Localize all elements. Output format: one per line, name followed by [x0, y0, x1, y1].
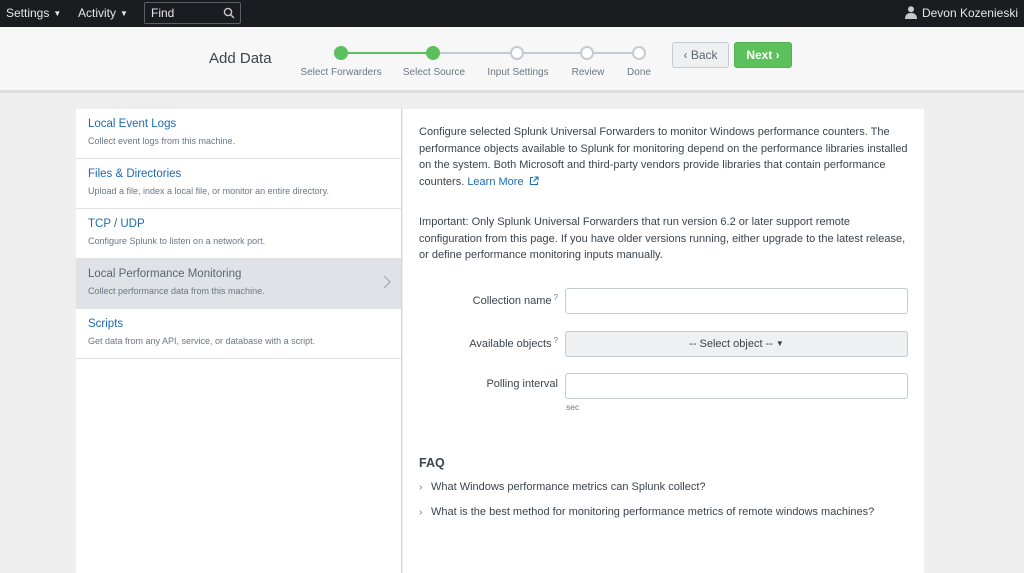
user-name: Devon Kozenieski: [921, 6, 1018, 20]
source-item-local-performance-monitoring[interactable]: Local Performance Monitoring Collect per…: [76, 259, 401, 309]
polling-interval-unit: sec: [566, 402, 580, 412]
faq-question: What is the best method for monitoring p…: [431, 506, 875, 518]
step-label-select-source: Select Source: [402, 67, 466, 78]
source-item-title: Scripts: [88, 318, 124, 330]
step-dot-done: [632, 46, 646, 60]
source-item-title: TCP / UDP: [88, 218, 145, 230]
search-icon[interactable]: [223, 7, 235, 19]
step-dot-review: [580, 46, 594, 60]
search-input[interactable]: [151, 5, 219, 21]
external-link-icon: [529, 175, 539, 185]
step-dot-input-settings: [510, 46, 524, 60]
source-item-description: Configure Splunk to listen on a network …: [88, 236, 266, 246]
step-label-review: Review: [571, 67, 605, 78]
source-item-title: Files & Directories: [88, 168, 182, 180]
page-title: Add Data: [209, 50, 272, 67]
help-icon[interactable]: ?: [554, 293, 558, 302]
back-button[interactable]: ‹ Back: [672, 42, 729, 68]
important-note: Important: Only Splunk Universal Forward…: [419, 216, 906, 261]
faq-item[interactable]: › What is the best method for monitoring …: [419, 506, 874, 518]
user-icon: [904, 6, 917, 19]
faq-item[interactable]: › What Windows performance metrics can Sp…: [419, 481, 706, 493]
source-item-local-event-logs[interactable]: Local Event Logs Collect event logs from…: [76, 109, 401, 159]
step-label-done: Done: [627, 67, 651, 78]
faq-title: FAQ: [419, 456, 445, 470]
available-objects-label-text: Available objects: [469, 338, 552, 350]
intro-paragraph: Configure selected Splunk Universal Forw…: [419, 124, 911, 190]
source-item-scripts[interactable]: Scripts Get data from any API, service, …: [76, 309, 401, 359]
wizard-header: Add Data Select Forwarders Select Source…: [0, 27, 1024, 93]
search-box: [144, 2, 241, 24]
available-objects-select[interactable]: -- Select object -- ▼: [565, 331, 908, 357]
settings-menu[interactable]: Settings ▼: [6, 0, 61, 27]
select-object-label: -- Select object --: [689, 338, 773, 350]
step-label-select-forwarders: Select Forwarders: [300, 67, 382, 78]
faq-question: What Windows performance metrics can Spl…: [431, 481, 706, 493]
source-item-files-directories[interactable]: Files & Directories Upload a file, index…: [76, 159, 401, 209]
collection-name-input[interactable]: [565, 288, 908, 314]
step-dot-select-source: [426, 46, 440, 60]
source-config-panel: Configure selected Splunk Universal Forw…: [403, 109, 924, 573]
learn-more-link[interactable]: Learn More: [467, 175, 539, 188]
polling-interval-input[interactable]: [565, 373, 908, 399]
step-progress-line: [341, 52, 433, 54]
collection-name-label-text: Collection name: [472, 295, 552, 307]
step-label-input-settings: Input Settings: [487, 67, 549, 78]
source-type-list: Local Event Logs Collect event logs from…: [76, 109, 402, 573]
source-item-title: Local Performance Monitoring: [88, 268, 242, 280]
source-item-tcp-udp[interactable]: TCP / UDP Configure Splunk to listen on …: [76, 209, 401, 259]
user-menu[interactable]: Devon Kozenieski: [904, 0, 1018, 27]
step-remaining-line: [433, 52, 639, 54]
chevron-right-icon: ›: [419, 482, 423, 493]
source-item-title: Local Event Logs: [88, 118, 177, 130]
activity-menu-label: Activity: [78, 6, 117, 20]
top-navigation-bar: Settings▼ Activity▼ Devon Kozenieski: [0, 0, 1024, 27]
activity-menu[interactable]: Activity ▼: [78, 0, 128, 27]
caret-down-icon: ▼: [120, 9, 128, 18]
caret-down-icon: ▼: [53, 9, 62, 18]
source-item-description: Upload a file, index a local file, or mo…: [88, 186, 329, 196]
collection-name-label: Collection name?: [473, 293, 558, 307]
source-item-description: Get data from any API, service, or datab…: [88, 336, 316, 346]
next-button[interactable]: Next ›: [734, 42, 792, 68]
caret-down-icon: ▼: [775, 339, 784, 348]
source-item-description: Collect event logs from this machine.: [88, 136, 236, 146]
learn-more-label: Learn More: [467, 175, 524, 188]
available-objects-label: Available objects?: [469, 336, 558, 350]
chevron-right-icon: [383, 275, 391, 289]
settings-menu-label: Settings: [6, 6, 50, 20]
source-item-description: Collect performance data from this machi…: [88, 286, 265, 296]
help-icon[interactable]: ?: [554, 336, 558, 345]
chevron-right-icon: ›: [419, 507, 423, 518]
step-dot-select-forwarders: [334, 46, 348, 60]
polling-interval-label: Polling interval: [486, 378, 558, 390]
